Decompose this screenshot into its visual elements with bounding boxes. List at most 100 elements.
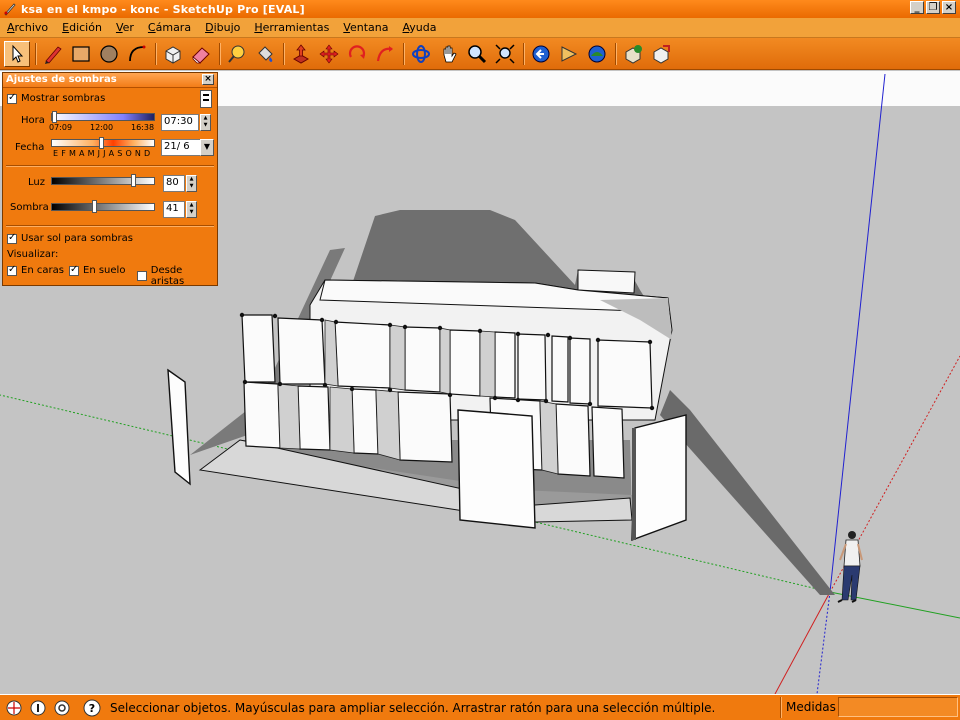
fecha-dropdown-button[interactable]: ▼ <box>200 139 214 156</box>
pencil-tool-button[interactable] <box>40 41 66 67</box>
desde-aristas-row[interactable]: Desde aristas <box>137 265 217 287</box>
help-icon: ? <box>83 699 101 716</box>
share-model-button[interactable] <box>620 41 646 67</box>
follow-me-button[interactable] <box>372 41 398 67</box>
facade-panel <box>449 329 481 397</box>
tape-measure-icon <box>228 45 245 63</box>
orbit-icon <box>412 44 430 63</box>
get-models-button[interactable] <box>584 41 610 67</box>
close-button[interactable]: × <box>942 1 956 14</box>
en-suelo-label: En suelo <box>83 265 126 276</box>
previous-view-button[interactable] <box>528 41 554 67</box>
facade-panel <box>277 317 326 385</box>
circle-icon <box>100 44 118 63</box>
rectangle-tool-button[interactable] <box>68 41 94 67</box>
sign-in-button[interactable] <box>52 698 72 718</box>
facade-panel <box>569 337 591 405</box>
en-caras-row[interactable]: En caras <box>7 264 64 276</box>
paint-bucket-button[interactable] <box>252 41 278 67</box>
credits-button[interactable] <box>28 698 48 718</box>
menu-ver[interactable]: Ver <box>109 21 141 34</box>
svg-text:?: ? <box>89 702 95 715</box>
share-component-button[interactable] <box>648 41 674 67</box>
sketchup-icon <box>4 3 16 16</box>
pan-tool-button[interactable] <box>436 41 462 67</box>
status-bar: ? Seleccionar objetos. Mayúsculas para a… <box>0 694 960 720</box>
rotate-tool-button[interactable] <box>344 41 370 67</box>
sombra-input[interactable]: 41 <box>163 201 185 218</box>
hora-tick-end: 16:38 <box>131 123 155 132</box>
fecha-input[interactable]: 21/ 6 <box>161 139 201 156</box>
panel-close-button[interactable]: × <box>202 74 214 85</box>
facade-panel <box>241 314 276 383</box>
hora-input[interactable]: 07:30 <box>161 114 199 131</box>
circle-tool-button[interactable] <box>96 41 122 67</box>
arc-icon <box>129 45 146 61</box>
next-view-icon <box>561 45 578 62</box>
move-tool-button[interactable] <box>316 41 342 67</box>
minimize-button[interactable]: _ <box>910 1 924 14</box>
zoom-icon <box>468 44 487 63</box>
en-caras-checkbox[interactable] <box>7 264 17 276</box>
eraser-tool-button[interactable] <box>188 41 214 67</box>
facade-panel <box>551 335 569 403</box>
shadow-settings-panel: Ajustes de sombras × Mostrar sombras Hor… <box>2 72 218 287</box>
main-toolbar <box>0 38 960 70</box>
hora-label: Hora <box>21 115 45 126</box>
luz-slider-track[interactable] <box>51 177 155 185</box>
use-sun-row[interactable]: Usar sol para sombras <box>7 232 133 244</box>
en-caras-label: En caras <box>21 265 64 276</box>
menu-archivo[interactable]: Archivo <box>0 21 55 34</box>
facade-panel <box>334 321 391 389</box>
menu-dibujo[interactable]: Dibujo <box>198 21 247 34</box>
zoom-extents-button[interactable] <box>492 41 518 67</box>
orbit-tool-button[interactable] <box>408 41 434 67</box>
geo-location-button[interactable] <box>4 698 24 718</box>
sombra-slider-track[interactable] <box>51 203 155 211</box>
menu-ventana[interactable]: Ventana <box>336 21 395 34</box>
next-view-button[interactable] <box>556 41 582 67</box>
hora-tick-mid: 12:00 <box>90 123 114 132</box>
front-panel <box>457 409 536 529</box>
menu-bar: Archivo Edición Ver Cámara Dibujo Herram… <box>0 18 960 38</box>
select-tool-button[interactable] <box>4 40 30 67</box>
facade-panel <box>597 339 653 409</box>
tape-measure-button[interactable] <box>224 41 250 67</box>
show-shadows-checkbox[interactable] <box>7 92 17 104</box>
en-suelo-checkbox[interactable] <box>69 264 79 276</box>
luz-spinner[interactable]: ▲ ▼ <box>186 175 197 192</box>
menu-herramientas[interactable]: Herramientas <box>247 21 336 34</box>
panel-title: Ajustes de sombras × <box>3 73 217 88</box>
zoom-tool-button[interactable] <box>464 41 490 67</box>
desde-aristas-checkbox[interactable] <box>137 271 147 281</box>
rectangle-icon <box>72 45 90 62</box>
menu-ayuda[interactable]: Ayuda <box>395 21 443 34</box>
help-button[interactable]: ? <box>82 698 102 718</box>
right-panel <box>631 414 687 542</box>
collapse-toggle-button[interactable] <box>200 90 212 108</box>
luz-slider-thumb[interactable] <box>131 174 136 187</box>
menu-camara[interactable]: Cámara <box>141 21 198 34</box>
show-shadows-row[interactable]: Mostrar sombras <box>7 92 106 104</box>
measurements-input[interactable] <box>838 697 958 717</box>
fecha-slider-thumb[interactable] <box>99 137 104 149</box>
hora-slider-thumb[interactable] <box>52 111 57 123</box>
show-shadows-label: Mostrar sombras <box>21 93 106 104</box>
en-suelo-row[interactable]: En suelo <box>69 264 126 276</box>
sombra-slider-thumb[interactable] <box>92 200 97 213</box>
push-pull-button[interactable] <box>288 41 314 67</box>
rotate-icon <box>348 44 366 59</box>
luz-input[interactable]: 80 <box>163 175 185 192</box>
facade-panel <box>494 331 516 399</box>
share-model-icon <box>625 44 642 64</box>
hora-spinner[interactable]: ▲ ▼ <box>200 114 211 131</box>
get-models-icon <box>588 45 606 62</box>
make-component-button[interactable] <box>160 41 186 67</box>
arc-tool-button[interactable] <box>124 41 150 67</box>
desde-aristas-label: Desde aristas <box>150 265 185 287</box>
use-sun-checkbox[interactable] <box>7 232 17 244</box>
menu-edicion[interactable]: Edición <box>55 21 109 34</box>
hora-slider-track[interactable] <box>51 113 155 121</box>
sombra-spinner[interactable]: ▲ ▼ <box>186 201 197 218</box>
restore-button[interactable]: ❐ <box>926 1 940 14</box>
